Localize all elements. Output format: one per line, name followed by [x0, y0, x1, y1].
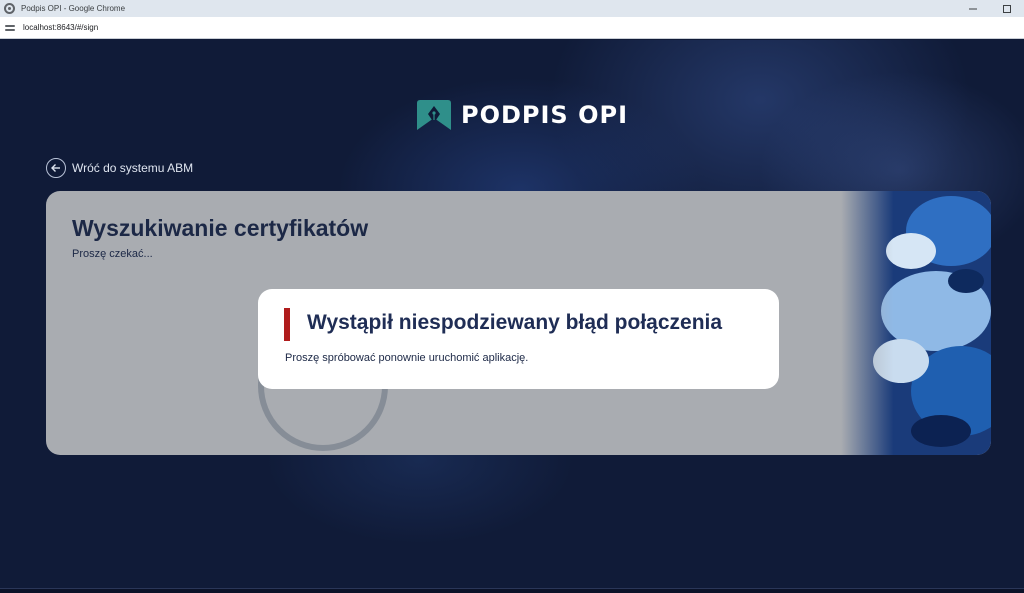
- pen-nib-icon: [417, 100, 451, 130]
- window-bottom-edge: [0, 588, 1024, 593]
- logo-text: PODPIS OPI: [461, 101, 628, 129]
- minimize-icon[interactable]: [956, 0, 990, 17]
- url-text[interactable]: localhost:8643/#/sign: [23, 23, 98, 32]
- app-logo: PODPIS OPI: [415, 98, 628, 132]
- window-title: Podpis OPI - Google Chrome: [21, 4, 126, 13]
- error-dialog: Wystąpił niespodziewany błąd połączenia …: [258, 289, 779, 389]
- decorative-fluid-art: [841, 191, 991, 455]
- error-title: Wystąpił niespodziewany błąd połączenia: [307, 311, 723, 334]
- error-accent-bar: [284, 308, 290, 341]
- site-settings-icon[interactable]: [5, 23, 17, 33]
- back-link-label: Wróć do systemu ABM: [72, 161, 194, 175]
- chrome-app-icon: [4, 3, 15, 14]
- error-message: Proszę spróbować ponownie uruchomić apli…: [285, 352, 529, 364]
- maximize-icon[interactable]: [990, 0, 1024, 17]
- browser-title-bar: Podpis OPI - Google Chrome: [0, 0, 1024, 17]
- arrow-left-icon: [46, 158, 66, 178]
- page-content: PODPIS OPI Wróć do systemu ABM Wyszukiwa…: [0, 40, 1024, 593]
- loading-message: Proszę czekać...: [72, 248, 153, 260]
- card-title: Wyszukiwanie certyfikatów: [72, 215, 369, 241]
- address-bar[interactable]: localhost:8643/#/sign: [0, 17, 1024, 39]
- window-controls: [956, 0, 1024, 17]
- back-to-abm-link[interactable]: Wróć do systemu ABM: [46, 158, 193, 178]
